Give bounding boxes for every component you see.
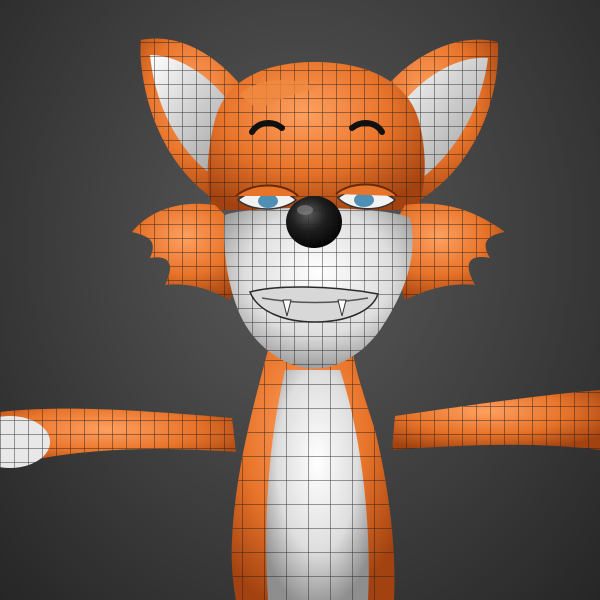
- fox-model-render: [0, 38, 600, 600]
- left-arm: [0, 408, 236, 468]
- nose: [286, 196, 342, 248]
- left-eye: [235, 184, 299, 210]
- torso: [231, 340, 395, 600]
- 3d-viewport[interactable]: [0, 0, 600, 600]
- head: [207, 62, 425, 210]
- right-arm: [392, 390, 600, 450]
